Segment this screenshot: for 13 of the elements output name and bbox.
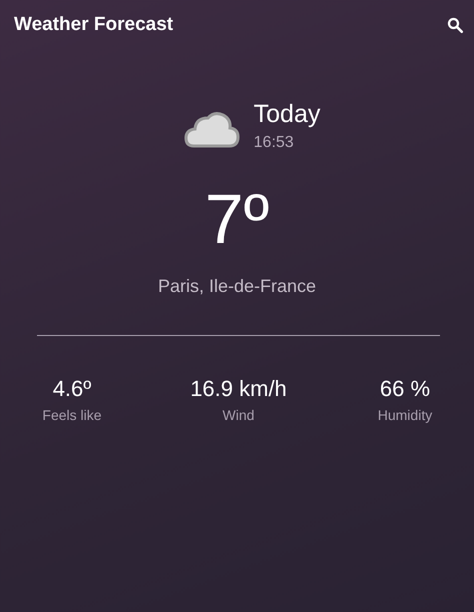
detail-label: Humidity <box>378 407 432 423</box>
detail-value: 16.9 km/h <box>190 376 287 402</box>
detail-value: 66 % <box>380 376 430 402</box>
app-title: Weather Forecast <box>14 14 174 36</box>
detail-value: 4.6º <box>52 376 92 402</box>
detail-label: Wind <box>222 407 254 423</box>
day-label: Today <box>254 100 320 128</box>
search-icon <box>446 16 464 34</box>
cloud-icon <box>184 110 240 148</box>
detail-label: Feels like <box>42 407 102 423</box>
time-label: 16:53 <box>254 134 295 152</box>
location: Paris, Ile-de-France <box>158 276 316 297</box>
temperature: 7º <box>204 184 270 254</box>
